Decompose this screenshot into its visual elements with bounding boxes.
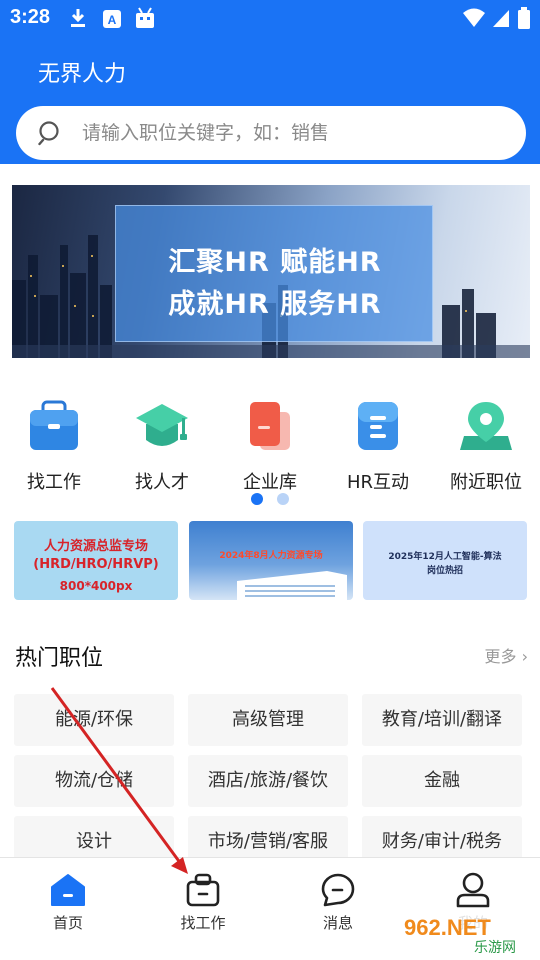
app-header: 3:28 A 无界人力: [0, 0, 540, 164]
app-store-icon: A: [103, 10, 121, 28]
entry-hr-interaction[interactable]: HR互动: [328, 392, 428, 493]
nav-label: 找工作: [180, 914, 226, 932]
profile-icon: [456, 872, 490, 908]
nav-home[interactable]: 首页: [13, 858, 123, 960]
entry-label: 找工作: [27, 472, 81, 493]
position-tag[interactable]: 高级管理: [188, 694, 348, 746]
android-icon: [136, 7, 154, 28]
search-icon: [38, 121, 59, 146]
pager-dot-active[interactable]: [251, 493, 263, 505]
search-input[interactable]: [82, 118, 502, 148]
search-bar[interactable]: [16, 106, 526, 160]
promo-subtitle: 岗位热招: [426, 566, 463, 576]
hot-positions-title: 热门职位: [15, 646, 104, 671]
pager-dot[interactable]: [277, 493, 289, 505]
company-cards-icon: [250, 402, 290, 450]
entry-find-talent[interactable]: 找人才: [112, 392, 212, 493]
chat-doc-icon: [358, 402, 398, 450]
carousel-pager: [251, 493, 291, 507]
more-link[interactable]: 更多 ›: [485, 643, 529, 667]
banner-slogan-panel: 汇聚HR 赋能HR 成就HR 服务HR: [115, 205, 433, 342]
promo-card-aug-2024[interactable]: 2024年8月人力资源专场: [189, 521, 353, 600]
promo-size-note: 800*400px: [59, 579, 133, 593]
promo-title: 人力资源总监专场: [43, 539, 148, 554]
promo-card-hrd[interactable]: 人力资源总监专场 (HRD/HRO/HRVP) 800*400px: [14, 521, 178, 600]
promo-banner[interactable]: 汇聚HR 赋能HR 成就HR 服务HR: [12, 185, 530, 358]
download-icon: [71, 9, 85, 27]
entry-find-job[interactable]: 找工作: [4, 392, 104, 493]
chevron-right-icon: ›: [516, 647, 528, 666]
entry-nearby-jobs[interactable]: 附近职位: [436, 392, 536, 493]
battery-icon: [518, 7, 530, 29]
nav-find-job[interactable]: 找工作: [148, 858, 258, 960]
nav-messages[interactable]: 消息: [283, 858, 393, 960]
position-tag[interactable]: 酒店/旅游/餐饮: [188, 755, 348, 807]
position-tag[interactable]: 教育/培训/翻译: [362, 694, 522, 746]
promo-subtitle: (HRD/HRO/HRVP): [33, 557, 159, 572]
watermark-sub: 乐游网: [474, 940, 516, 956]
home-icon: [51, 874, 85, 906]
building-image: [237, 571, 347, 600]
more-link-label: 更多: [484, 647, 517, 666]
watermark-logo: 962.NET 乐游网: [398, 911, 538, 956]
nav-label: 消息: [322, 914, 353, 932]
quick-entries: 找工作 找人才 企业库 HR互动 附近职位: [0, 392, 540, 493]
svg-text:A: A: [108, 13, 117, 27]
entry-label: HR互动: [346, 472, 410, 493]
watermark-brand: 962.NET: [404, 915, 491, 940]
wifi-icon: [463, 8, 485, 27]
graduation-cap-icon: [136, 404, 188, 446]
nav-label: 首页: [52, 914, 83, 932]
entry-label: 附近职位: [450, 472, 522, 493]
position-tag[interactable]: 物流/仓储: [14, 755, 174, 807]
banner-slogan-line-2: 成就HR 服务HR: [168, 289, 382, 320]
status-time: 3:28: [10, 6, 51, 28]
location-pin-icon: [460, 402, 512, 450]
message-icon: [321, 873, 355, 907]
promo-title: 2024年8月人力资源专场: [219, 551, 323, 561]
banner-slogan-line-1: 汇聚HR 赋能HR: [168, 247, 382, 278]
app-title: 无界人力: [38, 62, 127, 87]
briefcase-icon: [30, 400, 78, 450]
promo-title: 2025年12月人工智能-算法: [388, 552, 502, 562]
position-tag[interactable]: 能源/环保: [14, 694, 174, 746]
status-bar: 3:28 A: [0, 0, 540, 36]
briefcase-icon: [186, 873, 220, 907]
signal-icon: [493, 10, 509, 27]
entry-company-library[interactable]: 企业库: [220, 392, 320, 493]
promo-card-ai-algorithm[interactable]: 2025年12月人工智能-算法 岗位热招: [363, 521, 527, 600]
entry-label: 找人才: [135, 472, 189, 493]
position-tag[interactable]: 金融: [362, 755, 522, 807]
entry-label: 企业库: [243, 472, 297, 493]
